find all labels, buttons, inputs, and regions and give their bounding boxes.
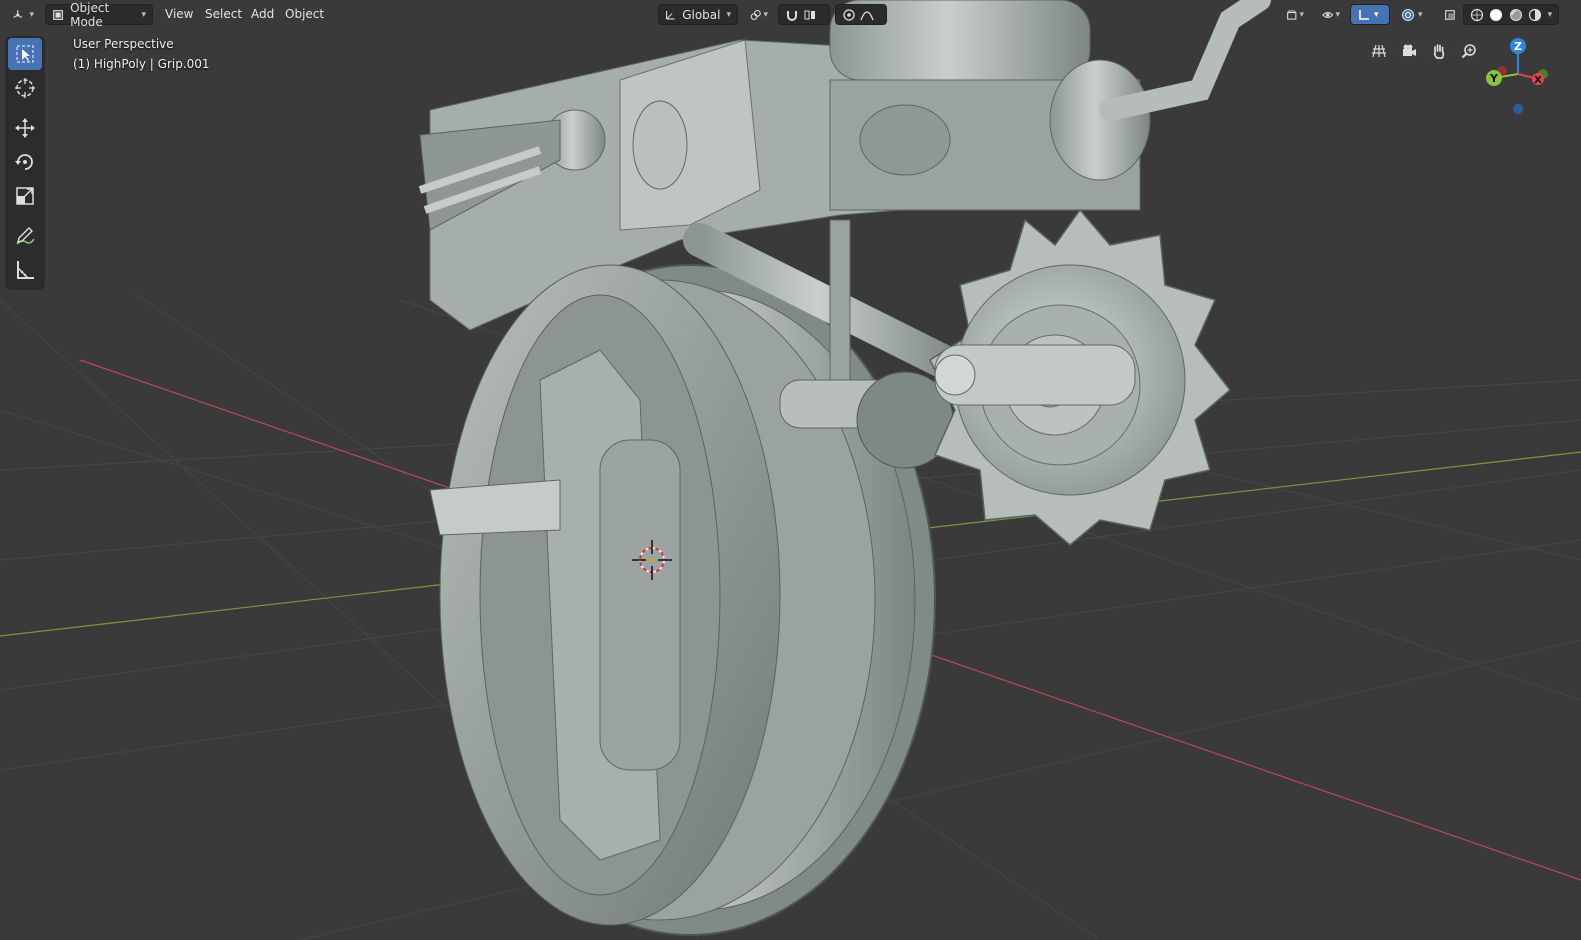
proportional-edit-icon — [843, 8, 855, 21]
transform-orientation-dropdown[interactable]: Global ▾ — [658, 4, 738, 25]
view-name-label: User Perspective — [73, 37, 174, 51]
object-mode-icon — [53, 9, 63, 20]
menu-select[interactable]: Select — [205, 4, 242, 25]
zoom-icon — [1461, 44, 1476, 59]
chevron-down-icon: ▾ — [1335, 9, 1340, 20]
xray-icon — [1402, 8, 1414, 21]
proportional-edit-toggle[interactable] — [835, 4, 887, 25]
chevron-down-icon: ▾ — [1418, 9, 1423, 20]
viewport-header: ▾ Object Mode ▾ View Select Add Object G… — [0, 0, 1581, 29]
annotate-icon — [16, 227, 35, 245]
chevron-down-icon: ▾ — [29, 9, 34, 20]
rendered-shading-icon[interactable] — [1528, 8, 1542, 22]
chevron-down-icon[interactable]: ▾ — [1548, 10, 1553, 20]
scale-icon — [16, 187, 34, 205]
rotate-tool[interactable] — [8, 146, 42, 178]
chevron-down-icon: ▾ — [726, 9, 731, 20]
menu-object[interactable]: Object — [285, 4, 324, 25]
material-preview-icon[interactable] — [1509, 8, 1523, 22]
3d-viewport[interactable] — [0, 0, 1581, 940]
overlays-icon — [1359, 9, 1369, 20]
object-type-visibility-button[interactable]: ▾ — [1280, 4, 1310, 25]
overlays-toggle[interactable]: ▾ — [1350, 4, 1390, 25]
editor-type-button[interactable]: ▾ — [6, 4, 40, 25]
grip-model — [418, 0, 1271, 936]
move-icon — [15, 118, 35, 138]
chevron-down-icon: ▾ — [1374, 9, 1379, 20]
orientation-label: Global — [682, 7, 721, 22]
gizmo-neg-z[interactable] — [1513, 104, 1523, 114]
select-box-icon — [16, 45, 34, 63]
snap-toggle[interactable] — [778, 4, 830, 25]
pan-view-button[interactable] — [1426, 38, 1452, 64]
xray-toggle[interactable]: ▾ — [1395, 4, 1431, 25]
object-info-label: (1) HighPoly | Grip.001 — [73, 57, 210, 71]
gizmo-z-label: Z — [1514, 40, 1522, 53]
pan-hand-icon — [1433, 44, 1445, 59]
toggle-camera-grid-button[interactable] — [1366, 38, 1392, 64]
tool-shelf — [5, 36, 45, 290]
mode-label: Object Mode — [70, 0, 110, 29]
navigation-gizmo[interactable]: Z Y X — [1478, 36, 1572, 120]
gizmo-y-label: Y — [1489, 72, 1499, 85]
gizmo-x-label: X — [1534, 75, 1542, 86]
rotate-icon — [15, 154, 33, 170]
select-box-tool[interactable] — [8, 38, 42, 70]
mode-selector[interactable]: Object Mode ▾ — [45, 1, 153, 29]
falloff-curve-icon — [860, 10, 874, 20]
annotate-tool[interactable] — [8, 220, 42, 252]
menu-view[interactable]: View — [165, 4, 193, 25]
camera-view-icon — [1403, 44, 1416, 56]
snap-increment-icon — [804, 10, 815, 19]
menu-add[interactable]: Add — [251, 4, 274, 25]
scale-tool[interactable] — [8, 180, 42, 212]
orientation-axes-icon — [666, 10, 675, 20]
camera-view-button[interactable] — [1396, 38, 1422, 64]
solid-shading-icon[interactable] — [1489, 8, 1503, 22]
chevron-down-icon: ▾ — [763, 9, 768, 20]
cursor-tool[interactable] — [8, 72, 42, 104]
snap-magnet-icon — [787, 10, 797, 21]
shading-mode-group: ▾ — [1463, 4, 1559, 25]
pivot-point-icon — [750, 9, 761, 20]
chevron-down-icon: ▾ — [1299, 9, 1304, 20]
cursor-icon — [15, 78, 35, 98]
measure-tool[interactable] — [8, 254, 42, 286]
show-gizmo-icon — [1322, 11, 1334, 18]
wireframe-xray-button[interactable] — [1438, 4, 1462, 25]
view3d-editor-icon — [13, 9, 23, 18]
object-type-visibility-icon — [1287, 9, 1297, 20]
show-gizmo-button[interactable]: ▾ — [1316, 4, 1346, 25]
pivot-point-button[interactable]: ▾ — [744, 4, 774, 25]
toggle-xray-icon — [1445, 9, 1455, 20]
measure-icon — [17, 261, 34, 279]
wireframe-shading-icon[interactable] — [1470, 8, 1484, 22]
move-tool[interactable] — [8, 112, 42, 144]
chevron-down-icon: ▾ — [141, 9, 146, 20]
toggle-camera-grid-icon — [1372, 44, 1386, 58]
